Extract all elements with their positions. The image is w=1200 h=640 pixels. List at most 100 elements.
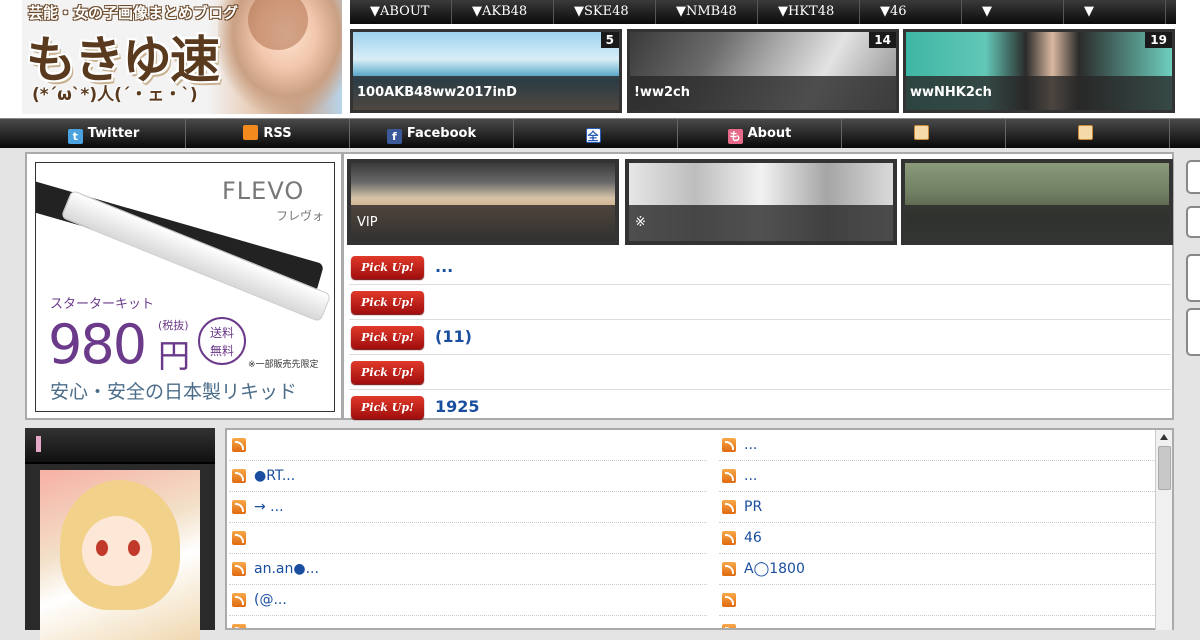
featured-thumb[interactable]: 19 wwNHK2ch bbox=[903, 29, 1175, 113]
ad-made-in-japan: 安心・安全の日本製リキッド bbox=[50, 381, 298, 403]
ad-currency: 円 bbox=[158, 337, 191, 375]
person-icon bbox=[1077, 125, 1093, 140]
pickup-badge: Pick Up! bbox=[351, 291, 424, 314]
feed-item[interactable]: an.an●... bbox=[229, 554, 707, 585]
feed-item[interactable]: PR bbox=[719, 492, 1157, 523]
pickup-item[interactable]: Pick Up! 1925 bbox=[349, 390, 1171, 425]
feed-title[interactable]: PR bbox=[744, 492, 762, 522]
top-nav-item-7[interactable]: ▼ bbox=[962, 0, 1064, 24]
featured-thumb-caption: !ww2ch bbox=[630, 76, 896, 110]
featured-thumb[interactable]: 5 100AKB48ww2017inD bbox=[350, 29, 622, 113]
manga-face bbox=[82, 516, 152, 586]
sidebar-manga-banner[interactable] bbox=[40, 470, 200, 640]
feed-item[interactable]: (@... bbox=[229, 585, 707, 616]
top-nav-item-46[interactable]: ▼46 bbox=[860, 0, 962, 24]
manga-eye bbox=[96, 540, 108, 556]
facebook-icon: f bbox=[386, 129, 402, 144]
ad-brand: FLEVO bbox=[222, 177, 305, 205]
feed-item[interactable]: → ... bbox=[229, 492, 707, 523]
nav-item-label: About bbox=[747, 126, 792, 141]
featured-thumb[interactable]: 14 !ww2ch bbox=[627, 29, 899, 113]
pickup-title[interactable]: ... bbox=[435, 250, 453, 284]
pickup-item[interactable]: Pick Up! ... bbox=[349, 250, 1171, 285]
nav-item-label: Twitter bbox=[87, 126, 140, 141]
nav-item-twitter[interactable]: t Twitter bbox=[22, 119, 186, 148]
twitter-icon: t bbox=[67, 129, 83, 144]
side-tab[interactable] bbox=[1186, 254, 1200, 302]
top-nav-item-about[interactable]: ▼ABOUT bbox=[350, 0, 452, 24]
nav-item-facebook[interactable]: f Facebook bbox=[350, 119, 514, 148]
feed-item[interactable]: 46 bbox=[719, 523, 1157, 554]
site-logo[interactable]: 芸能・女の子画像まとめブログ もきゆ速 (*´ω`*)人(´・ェ・`) bbox=[22, 0, 342, 114]
feed-item[interactable] bbox=[229, 430, 707, 461]
header-marker bbox=[36, 436, 41, 452]
rss-icon bbox=[722, 531, 736, 545]
pickup-item[interactable]: Pick Up! bbox=[349, 285, 1171, 320]
nav-item-person-2[interactable] bbox=[1006, 119, 1170, 148]
comment-count: 5 bbox=[600, 32, 619, 48]
feed-item[interactable]: A◯1800 bbox=[719, 554, 1157, 585]
feed-title[interactable]: (@... bbox=[254, 585, 287, 615]
ad-shipping-text: 送料 無料 bbox=[209, 326, 234, 358]
rss-icon bbox=[722, 624, 736, 628]
pickup-title[interactable]: 1925 bbox=[435, 390, 480, 424]
top-nav-item-nmb48[interactable]: ▼NMB48 bbox=[656, 0, 758, 24]
side-tab[interactable] bbox=[1186, 206, 1200, 238]
nav-item-about[interactable]: も About bbox=[678, 119, 842, 148]
sidebar-widget-header bbox=[25, 428, 215, 464]
scrollbar-thumb[interactable] bbox=[1158, 446, 1171, 490]
featured-thumb-caption: 100AKB48ww2017inD bbox=[353, 76, 619, 110]
top-nav-item-hkt48[interactable]: ▼HKT48 bbox=[758, 0, 860, 24]
featured-thumb-caption: wwNHK2ch bbox=[906, 76, 1172, 110]
middle-thumb-caption: ※ bbox=[629, 205, 893, 241]
pickup-badge: Pick Up! bbox=[351, 361, 424, 384]
site-logo-face: (*´ω`*)人(´・ェ・`) bbox=[32, 85, 198, 105]
ad-banner-box: FLEVO フレヴォ スターターキット 980 (税抜) 円 送料 無料 ※一部… bbox=[25, 152, 343, 420]
pickup-badge: Pick Up! bbox=[351, 256, 424, 279]
feed-title[interactable]: → ... bbox=[254, 492, 284, 522]
nav-item-all[interactable]: 全 bbox=[514, 119, 678, 148]
feed-item[interactable]: ... bbox=[719, 430, 1157, 461]
sidebar-widget bbox=[25, 428, 215, 640]
middle-thumb[interactable]: VIP bbox=[347, 159, 619, 245]
nav-item-rss[interactable]: RSS bbox=[186, 119, 350, 148]
feed-item[interactable]: ●RT... bbox=[229, 461, 707, 492]
feed-title[interactable]: 46 bbox=[744, 523, 762, 553]
top-nav-item-akb48[interactable]: ▼AKB48 bbox=[452, 0, 554, 24]
ad-banner[interactable]: FLEVO フレヴォ スターターキット 980 (税抜) 円 送料 無料 ※一部… bbox=[35, 162, 335, 412]
feed-item[interactable] bbox=[719, 616, 1157, 628]
top-nav-item-ske48[interactable]: ▼SKE48 bbox=[554, 0, 656, 24]
side-tab[interactable] bbox=[1186, 160, 1200, 194]
top-nav-item-8[interactable]: ▼ bbox=[1064, 0, 1166, 24]
side-tab[interactable] bbox=[1186, 308, 1200, 356]
middle-thumb[interactable]: ※ bbox=[625, 159, 897, 245]
rss-icon bbox=[722, 593, 736, 607]
rss-icon bbox=[232, 562, 246, 576]
pickup-item[interactable]: Pick Up! (11) bbox=[349, 320, 1171, 355]
pickup-title[interactable]: (11) bbox=[435, 320, 472, 354]
middle-thumb[interactable] bbox=[901, 159, 1173, 245]
nav-item-person-1[interactable] bbox=[842, 119, 1006, 148]
feed-title[interactable]: ... bbox=[744, 430, 757, 460]
feed-title[interactable]: an.an●... bbox=[254, 554, 319, 584]
ad-footnote: ※一部販売先限定 bbox=[248, 360, 319, 370]
feed-item[interactable]: ... bbox=[719, 461, 1157, 492]
pickup-item[interactable]: Pick Up! bbox=[349, 355, 1171, 390]
feed-item[interactable] bbox=[229, 523, 707, 554]
ad-free-shipping-badge: 送料 無料 bbox=[198, 317, 246, 365]
manga-eye bbox=[128, 540, 140, 556]
feed-scrollbar[interactable] bbox=[1155, 430, 1172, 630]
pickup-badge: Pick Up! bbox=[351, 396, 424, 419]
scroll-up-icon[interactable] bbox=[1160, 434, 1168, 440]
middle-thumb-caption: VIP bbox=[351, 205, 615, 241]
nav-item-label: Facebook bbox=[406, 126, 477, 141]
feed-item[interactable] bbox=[719, 585, 1157, 616]
ad-price: 980 bbox=[48, 313, 147, 376]
header: 芸能・女の子画像まとめブログ もきゆ速 (*´ω`*)人(´・ェ・`) ▼ABO… bbox=[0, 0, 1200, 118]
pickup-badge: Pick Up! bbox=[351, 326, 424, 349]
feed-title[interactable]: ... bbox=[744, 461, 757, 491]
feed-title[interactable]: A◯1800 bbox=[744, 554, 805, 584]
feed-item[interactable] bbox=[229, 616, 707, 628]
feed-title[interactable]: ●RT... bbox=[254, 461, 295, 491]
nav-item-label: RSS bbox=[263, 126, 292, 141]
